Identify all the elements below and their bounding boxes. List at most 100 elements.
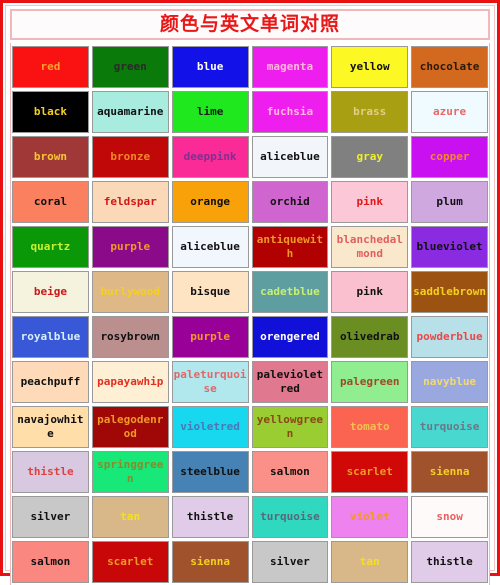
color-swatch[interactable]: azure <box>411 91 488 133</box>
color-swatch[interactable]: black <box>12 91 89 133</box>
color-swatch[interactable]: orchid <box>251 181 329 223</box>
color-swatch[interactable]: brown <box>12 136 89 178</box>
color-swatch[interactable]: thistle <box>171 496 249 538</box>
color-swatch[interactable]: silver <box>251 541 329 583</box>
color-swatch[interactable]: peachpuff <box>12 361 89 403</box>
color-swatch[interactable]: sienna <box>171 541 249 583</box>
color-swatch[interactable]: paleturquoise <box>171 361 249 403</box>
color-swatch[interactable]: antiquewith <box>251 226 329 268</box>
color-swatch-label: orange <box>190 195 230 208</box>
color-swatch[interactable]: blanchedalmond <box>331 226 409 268</box>
color-swatch-label: purple <box>190 330 230 343</box>
color-swatch-label: blanchedalmond <box>336 233 403 260</box>
color-swatch[interactable]: violetred <box>171 406 249 448</box>
color-swatch[interactable]: saddlebrown <box>411 271 488 313</box>
color-swatch[interactable]: tan <box>331 541 409 583</box>
color-swatch[interactable]: papayawhip <box>91 361 169 403</box>
color-swatch[interactable]: bisque <box>171 271 249 313</box>
color-swatch[interactable]: aliceblue <box>251 136 329 178</box>
color-swatch[interactable]: navyblue <box>411 361 488 403</box>
color-swatch[interactable]: royalblue <box>12 316 89 358</box>
color-swatch[interactable]: coral <box>12 181 89 223</box>
color-swatch[interactable]: plum <box>411 181 488 223</box>
color-swatch[interactable]: beige <box>12 271 89 313</box>
color-swatch[interactable]: tan <box>91 496 169 538</box>
color-swatch[interactable]: green <box>91 46 169 88</box>
page-title: 颜色与英文单词对照 <box>159 13 340 35</box>
color-swatch-label: papayawhip <box>97 375 164 388</box>
color-swatch[interactable]: chocolate <box>411 46 488 88</box>
color-swatch[interactable]: yellow <box>331 46 409 88</box>
color-swatch[interactable]: copper <box>411 136 488 178</box>
color-swatch[interactable]: palevioletred <box>251 361 329 403</box>
color-swatch[interactable]: magenta <box>251 46 329 88</box>
color-swatch[interactable]: palegreen <box>331 361 409 403</box>
color-swatch[interactable]: fuchsia <box>251 91 329 133</box>
color-swatch[interactable]: pink <box>331 271 409 313</box>
color-swatch-label: copper <box>429 150 470 163</box>
color-swatch[interactable]: powderblue <box>411 316 488 358</box>
color-swatch[interactable]: quartz <box>12 226 89 268</box>
color-swatch-label: beige <box>33 285 67 298</box>
color-swatch-label: violetred <box>180 420 240 433</box>
color-swatch[interactable]: blueviolet <box>411 226 488 268</box>
color-swatch[interactable]: snow <box>411 496 488 538</box>
color-swatch-label: lime <box>196 105 224 118</box>
color-swatch[interactable]: aquamarine <box>91 91 169 133</box>
color-swatch[interactable]: turquoise <box>411 406 488 448</box>
color-swatch[interactable]: pink <box>331 181 409 223</box>
color-swatch[interactable]: yellowgreen <box>251 406 329 448</box>
color-swatch[interactable]: purple <box>171 316 249 358</box>
color-swatch[interactable]: deeppink <box>171 136 249 178</box>
color-swatch[interactable]: brass <box>331 91 409 133</box>
color-swatch[interactable]: olivedrab <box>331 316 409 358</box>
color-swatch-label: salmon <box>270 465 310 478</box>
color-swatch[interactable]: rosybrown <box>91 316 169 358</box>
color-swatch[interactable]: orengered <box>251 316 329 358</box>
color-swatch[interactable]: steelblue <box>171 451 249 493</box>
color-swatch[interactable]: scarlet <box>331 451 409 493</box>
color-swatch[interactable]: sienna <box>411 451 488 493</box>
color-swatch-label: quartz <box>30 240 71 253</box>
color-swatch-label: powderblue <box>416 330 483 343</box>
color-swatch-label: peachpuff <box>20 375 81 388</box>
color-swatch[interactable]: blue <box>171 46 249 88</box>
color-swatch[interactable]: salmon <box>12 541 89 583</box>
color-swatch[interactable]: thistle <box>12 451 89 493</box>
color-swatch-label: thistle <box>426 555 473 568</box>
color-swatch-label: springgreen <box>97 458 164 485</box>
color-swatch[interactable]: navajowhite <box>12 406 89 448</box>
color-swatch-label: violet <box>349 510 390 523</box>
color-swatch[interactable]: lime <box>171 91 249 133</box>
color-swatch[interactable]: gray <box>331 136 409 178</box>
color-swatch-label: brass <box>353 105 387 118</box>
color-swatch-label: yellowgreen <box>256 413 324 440</box>
page-frame: 颜色与英文单词对照 red green blue magenta yellow choco… <box>0 0 500 585</box>
color-swatch[interactable]: aliceblue <box>171 226 249 268</box>
color-swatch[interactable]: red <box>12 46 89 88</box>
color-swatch-label: blueviolet <box>416 240 483 253</box>
color-swatch[interactable]: silver <box>12 496 89 538</box>
color-swatch[interactable]: cadetblue <box>251 271 329 313</box>
color-swatch[interactable]: palegodenrod <box>91 406 169 448</box>
color-swatch-label: magenta <box>266 60 314 73</box>
color-swatch-label: cadetblue <box>260 285 320 298</box>
color-swatch[interactable]: burlywood <box>91 271 169 313</box>
color-swatch-label: blue <box>196 60 224 73</box>
color-swatch[interactable]: purple <box>91 226 169 268</box>
color-swatch[interactable]: tomato <box>331 406 409 448</box>
color-swatch-label: turquoise <box>419 420 480 433</box>
color-swatch-label: turquoise <box>260 510 320 523</box>
color-swatch-label: burlywood <box>100 285 161 298</box>
color-swatch[interactable]: violet <box>331 496 409 538</box>
color-swatch[interactable]: thistle <box>411 541 488 583</box>
color-swatch[interactable]: salmon <box>251 451 329 493</box>
color-swatch[interactable]: bronze <box>91 136 169 178</box>
color-swatch[interactable]: feldspar <box>91 181 169 223</box>
color-swatch-label: antiquewith <box>256 233 324 260</box>
color-swatch[interactable]: springgreen <box>91 451 169 493</box>
color-swatch[interactable]: scarlet <box>91 541 169 583</box>
color-swatch[interactable]: turquoise <box>251 496 329 538</box>
color-swatch[interactable]: orange <box>171 181 249 223</box>
color-swatch-label: gray <box>356 150 383 163</box>
